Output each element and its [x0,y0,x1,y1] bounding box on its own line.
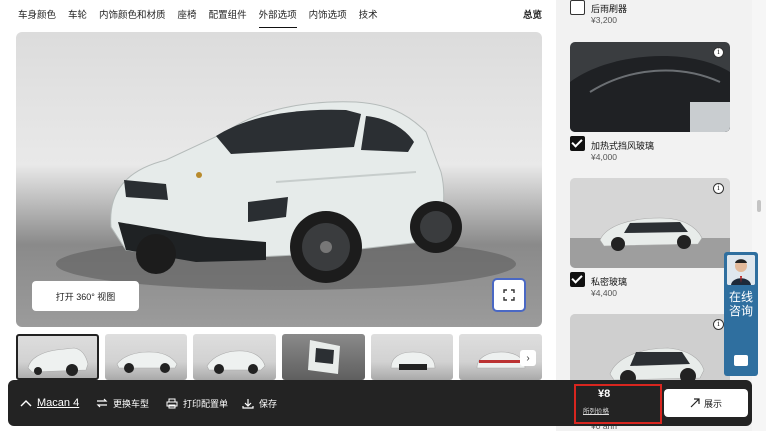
option-name: 后雨刷器 [591,4,628,14]
car-thumbnail-image [116,351,178,373]
info-icon[interactable]: i [713,319,724,330]
car-thumbnail-image [27,347,89,376]
option-name: 加热式挡风玻璃 [591,141,655,151]
open-360-view-button[interactable]: 打开 360° 视图 [32,281,139,311]
chevron-right-icon: › [526,352,530,364]
view-thumbnails [16,334,543,380]
thumbnail-side-view[interactable] [104,334,188,380]
model-selector[interactable]: Macan 4 [20,380,79,426]
info-icon[interactable]: i [713,47,724,58]
option-price: ¥3,200 [591,15,617,25]
tab-technology[interactable]: 技术 [359,0,378,32]
scrollbar-thumb[interactable] [757,200,761,212]
option-image-privacy-glass[interactable]: i [570,178,730,268]
thumbnail-front-straight-view[interactable] [370,334,454,380]
save-button[interactable]: 保存 [242,380,277,426]
model-name: Macan 4 [37,397,80,409]
thumbnail-front-view[interactable] [16,334,99,380]
tab-overview[interactable]: 总览 [523,0,542,32]
price-highlight [574,384,662,424]
option-checkbox-rear-wiper[interactable] [570,0,585,15]
chat-bubble-icon [734,355,748,366]
save-label: 保存 [259,398,278,409]
car-thumbnail-image [207,350,266,374]
thumbnail-top-view[interactable] [282,334,365,380]
download-icon [242,398,254,409]
tab-exterior-options[interactable]: 外部选项 [258,0,297,32]
change-model-label: 更换车型 [113,398,150,409]
fullscreen-button[interactable] [492,278,526,312]
change-model-button[interactable]: 更换车型 [96,380,149,426]
send-icon [690,398,700,408]
price-details-link[interactable]: 所列价格 [583,405,609,415]
tab-wheels[interactable]: 车轮 [68,0,87,32]
option-checkbox-heated-windshield[interactable] [570,136,585,151]
option-price: ¥4,400 [591,288,617,298]
print-label: 打印配置单 [183,398,229,409]
printer-icon [166,398,178,408]
car-thumbnail-image [308,340,341,374]
person-icon [727,255,755,285]
tab-interior-options[interactable]: 内饰选项 [309,0,347,32]
exterior-options-list: 后雨刷器 ¥3,200 i 加热式挡风玻璃 ¥4,000 i 私密玻璃 ¥4,4… [556,0,752,431]
option-checkbox-privacy-glass[interactable] [570,272,585,287]
config-summary-bar: Macan 4 更换车型 打印配置单 保存 ¥8 所列价格 展示 [8,380,752,426]
tab-packages[interactable]: 配置组件 [209,0,247,32]
total-price: ¥8 [598,388,611,400]
summary-button[interactable]: 展示 [664,389,748,417]
option-price: ¥4,000 [591,152,617,162]
print-config-button[interactable]: 打印配置单 [166,380,228,426]
info-icon[interactable]: i [713,183,724,194]
windshield-image [570,42,730,132]
option-name: 私密玻璃 [591,277,628,287]
chevron-up-icon [20,400,32,407]
config-tab-bar: 车身颜色 车轮 内饰颜色和材质 座椅 配置组件 外部选项 内饰选项 技术 总览 [0,0,556,32]
thumbnails-next-button[interactable]: › [520,350,536,366]
privacy-glass-car-image [570,178,730,268]
tab-interior-color[interactable]: 内饰颜色和材质 [99,0,166,32]
thumbnail-rear-side-view[interactable] [193,334,277,380]
tab-seats[interactable]: 座椅 [178,0,197,32]
online-consult-widget[interactable]: 在线咨询 [724,252,758,376]
option-image-heated-windshield[interactable]: i [570,42,730,132]
consult-label: 在线咨询 [729,290,754,318]
consultant-avatar [727,255,755,285]
swap-icon [96,398,108,408]
car-thumbnail-image [390,351,435,370]
car-viewer[interactable]: 打开 360° 视图 [16,32,542,327]
tab-body-color[interactable]: 车身颜色 [18,0,56,32]
summary-label: 展示 [703,398,722,409]
expand-icon [503,289,515,301]
